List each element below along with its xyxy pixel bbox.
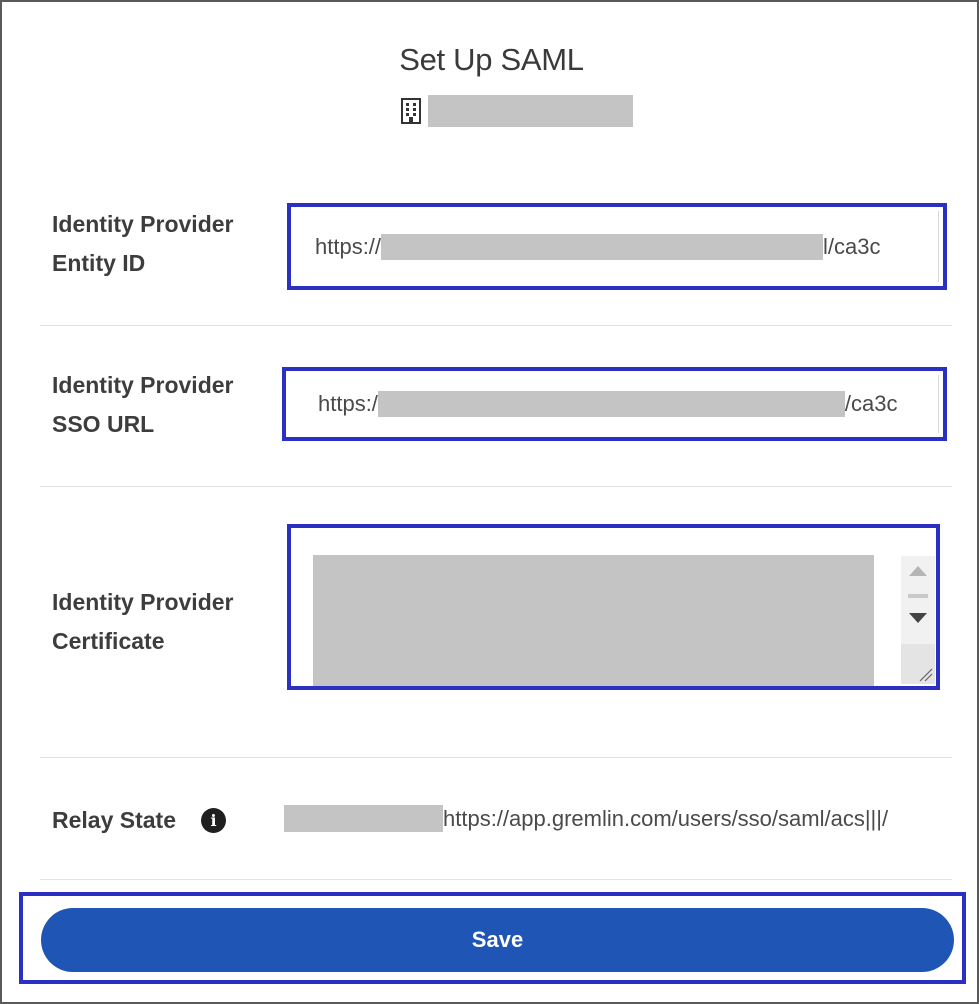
building-icon — [401, 98, 421, 124]
redacted-sso-url — [377, 391, 845, 417]
divider — [40, 879, 952, 880]
divider — [40, 486, 952, 487]
save-highlight: Save — [19, 892, 966, 984]
page-title: Set Up SAML — [399, 42, 584, 77]
sso-url-value-suffix: /ca3c — [844, 391, 898, 416]
scroll-up-arrow-icon[interactable] — [909, 566, 927, 576]
info-icon[interactable]: i — [201, 808, 226, 833]
sso-url-highlight: https:/ /ca3c — [282, 367, 947, 441]
sso-url-value-prefix: https:/ — [318, 391, 378, 416]
certificate-scrollbar[interactable] — [901, 556, 935, 684]
redacted-org-name — [428, 95, 633, 127]
entity-id-value-suffix: l/ca3c — [823, 233, 881, 259]
entity-id-highlight: https:// l/ca3c — [287, 203, 947, 290]
certificate-highlight — [287, 524, 940, 690]
certificate-textarea[interactable] — [313, 555, 874, 686]
sso-url-label: Identity Provider SSO URL — [52, 372, 234, 437]
relay-state-url: https://app.gremlin.com/users/sso/saml/a… — [443, 805, 889, 831]
entity-id-input[interactable]: https:// l/ca3c — [295, 211, 939, 282]
sso-url-input[interactable]: https:/ /ca3c — [290, 375, 939, 433]
scroll-down-arrow-icon[interactable] — [909, 613, 927, 623]
certificate-label: Identity Provider Certificate — [52, 589, 234, 654]
redacted-entity-id — [381, 233, 824, 260]
redacted-relay-prefix — [284, 805, 443, 832]
relay-state-value: https://app.gremlin.com/users/sso/saml/a… — [284, 805, 888, 832]
relay-state-label: Relay State — [52, 807, 177, 833]
org-name-row — [401, 95, 633, 127]
resize-grip-icon[interactable] — [901, 644, 935, 684]
entity-id-value-prefix: https:// — [315, 233, 382, 259]
entity-id-label: Identity Provider Entity ID — [52, 211, 234, 276]
save-button[interactable]: Save — [41, 908, 954, 972]
divider — [40, 325, 952, 326]
scroll-thumb[interactable] — [908, 594, 928, 598]
saml-setup-panel: Set Up SAML Identity Provider Entity ID … — [0, 0, 979, 1004]
divider — [40, 757, 952, 758]
